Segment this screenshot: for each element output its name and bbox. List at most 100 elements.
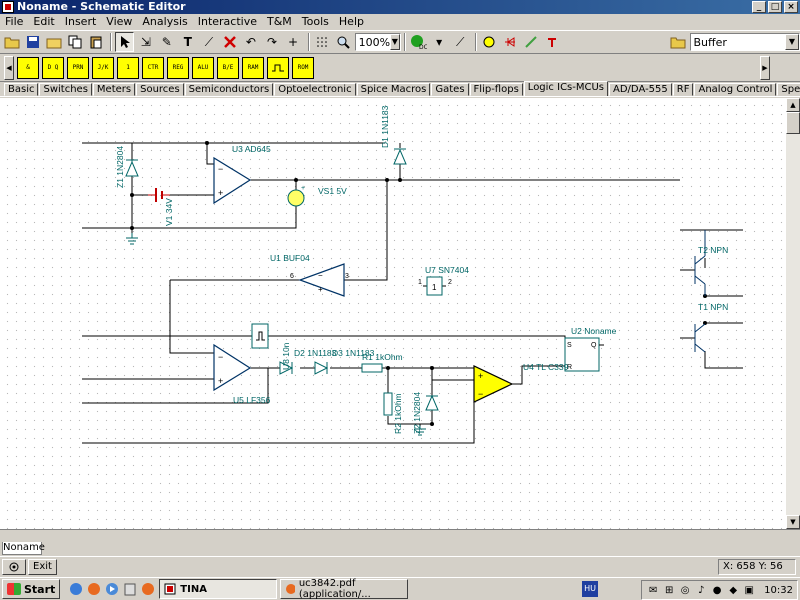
app-quicklaunch-icon[interactable] <box>122 581 138 597</box>
open-icon[interactable] <box>2 32 21 52</box>
vs1-voltage-source: + <box>287 185 305 207</box>
tab-basic[interactable]: Basic <box>4 83 39 96</box>
tab-analog-control[interactable]: Analog Control <box>694 83 777 96</box>
open-folder-icon[interactable] <box>44 32 63 52</box>
close-button[interactable]: × <box>784 1 798 13</box>
component-register[interactable]: REG <box>167 56 189 79</box>
meter-icon[interactable] <box>480 32 499 52</box>
tab-ad-da-555[interactable]: AD/DA-555 <box>609 83 672 96</box>
menu-edit[interactable]: Edit <box>28 14 59 30</box>
pointer-icon[interactable] <box>115 32 135 52</box>
component-select-value: Buffer <box>693 35 727 49</box>
component-encoder[interactable]: B/E <box>217 56 239 79</box>
tab-gates[interactable]: Gates <box>431 83 469 96</box>
copy-icon[interactable] <box>65 32 84 52</box>
tab-semiconductors[interactable]: Semiconductors <box>184 83 274 96</box>
firefox-icon[interactable] <box>86 581 102 597</box>
component-ram[interactable]: RAM <box>242 56 264 79</box>
tab-rf[interactable]: RF <box>672 83 694 96</box>
component-buffer[interactable]: 1 <box>117 56 139 79</box>
component-alu[interactable]: ALU <box>192 56 214 79</box>
chevron-down-icon[interactable]: ▼ <box>785 34 799 50</box>
menu-tools[interactable]: Tools <box>297 14 334 30</box>
menu-insert[interactable]: Insert <box>60 14 102 30</box>
chevron-down-icon[interactable]: ▼ <box>390 34 400 50</box>
schematic-canvas[interactable]: − + + − + 1 − + + − Z1 1N2804 U3 AD645 D… <box>0 98 786 529</box>
tray-shield-icon[interactable]: ◎ <box>678 583 692 597</box>
scroll-right-icon[interactable]: ▶ <box>760 55 770 80</box>
ruler-icon[interactable]: ⟋ <box>199 32 218 52</box>
task-pdf[interactable]: uc3842.pdf (application/... <box>280 578 409 600</box>
tab-switches[interactable]: Switches <box>39 83 92 96</box>
text-icon[interactable]: T <box>178 32 197 52</box>
scroll-left-icon[interactable]: ◀ <box>4 55 14 80</box>
menu-interactive[interactable]: Interactive <box>193 14 262 30</box>
component-monostable[interactable] <box>267 56 289 79</box>
menu-view[interactable]: View <box>101 14 137 30</box>
tray-update-icon[interactable]: ◆ <box>726 583 740 597</box>
tray-speaker-icon[interactable]: ♪ <box>694 583 708 597</box>
tab-spice-macros[interactable]: Spice Macros <box>356 83 431 96</box>
paste-icon[interactable] <box>86 32 105 52</box>
maximize-button[interactable]: □ <box>768 1 782 13</box>
svg-text:+: + <box>318 285 323 294</box>
menu-file[interactable]: File <box>0 14 28 30</box>
zoom-select[interactable]: 100% ▼ <box>354 33 401 51</box>
ground-symbols <box>126 233 426 436</box>
scroll-thumb[interactable] <box>786 112 800 134</box>
undo-icon[interactable]: ↶ <box>241 32 260 52</box>
tray-program-icon[interactable]: ✉ <box>646 583 660 597</box>
start-button[interactable]: Start <box>2 579 61 599</box>
component-select[interactable]: Buffer ▼ <box>689 33 800 51</box>
scroll-down-icon[interactable]: ▼ <box>786 515 800 529</box>
svg-text:DC: DC <box>419 44 427 50</box>
tab-special[interactable]: Special <box>777 83 800 96</box>
component-preset[interactable]: PRN <box>67 56 89 79</box>
component-counter[interactable]: CTR <box>142 56 164 79</box>
menu-analysis[interactable]: Analysis <box>137 14 192 30</box>
tab-sources[interactable]: Sources <box>136 83 184 96</box>
zoom-icon[interactable] <box>334 32 353 52</box>
app-icon[interactable] <box>2 1 14 13</box>
diode-icon[interactable] <box>501 32 520 52</box>
switch-icon[interactable] <box>543 32 562 52</box>
component-rom[interactable]: ROM <box>292 56 314 79</box>
grid-icon[interactable] <box>313 32 332 52</box>
ie-icon[interactable] <box>68 581 84 597</box>
tab-meters[interactable]: Meters <box>92 83 136 96</box>
delete-icon[interactable] <box>220 32 239 52</box>
light-icon[interactable]: ⟋ <box>451 32 470 52</box>
vertical-scrollbar[interactable]: ▲ ▼ <box>786 98 800 529</box>
toolbar-separator <box>474 33 477 51</box>
tab-optoelectronic[interactable]: Optoelectronic <box>274 83 356 96</box>
wire-icon[interactable]: ⇲ <box>136 32 155 52</box>
menu-tm[interactable]: T&M <box>262 14 297 30</box>
doc-tab-noname[interactable]: Noname <box>2 542 45 555</box>
pen-icon[interactable]: ✎ <box>157 32 176 52</box>
folder-icon[interactable] <box>668 32 687 52</box>
probe-icon[interactable]: ▾ <box>430 32 449 52</box>
dc-analysis-icon[interactable]: DC <box>409 32 428 52</box>
language-indicator[interactable]: HU <box>582 581 598 597</box>
tab-logic-ics-mcus[interactable]: Logic ICs-MCUs <box>523 81 609 96</box>
led-icon[interactable] <box>522 32 541 52</box>
tab-flip-flops[interactable]: Flip-flops <box>469 83 523 96</box>
exit-button[interactable]: Exit <box>28 558 57 575</box>
status-icon-button[interactable] <box>2 558 26 575</box>
tray-monitor-icon[interactable]: ▣ <box>742 583 756 597</box>
tray-network-icon[interactable]: ⊞ <box>662 583 676 597</box>
save-icon[interactable] <box>23 32 42 52</box>
scroll-up-icon[interactable]: ▲ <box>786 98 800 112</box>
component-d-flipflop[interactable]: D Q <box>42 56 64 79</box>
firefox-quicklaunch-icon[interactable] <box>140 581 156 597</box>
toolbar-separator <box>307 33 310 51</box>
cross-icon[interactable]: + <box>284 32 303 52</box>
task-tina[interactable]: TINA <box>159 579 278 599</box>
minimize-button[interactable]: _ <box>752 1 766 13</box>
tray-antivirus-icon[interactable]: ● <box>710 583 724 597</box>
menu-help[interactable]: Help <box>334 14 369 30</box>
component-and-gate[interactable]: & <box>17 56 39 79</box>
redo-icon[interactable]: ↷ <box>262 32 281 52</box>
component-jk-flipflop[interactable]: J/K <box>92 56 114 79</box>
media-icon[interactable] <box>104 581 120 597</box>
